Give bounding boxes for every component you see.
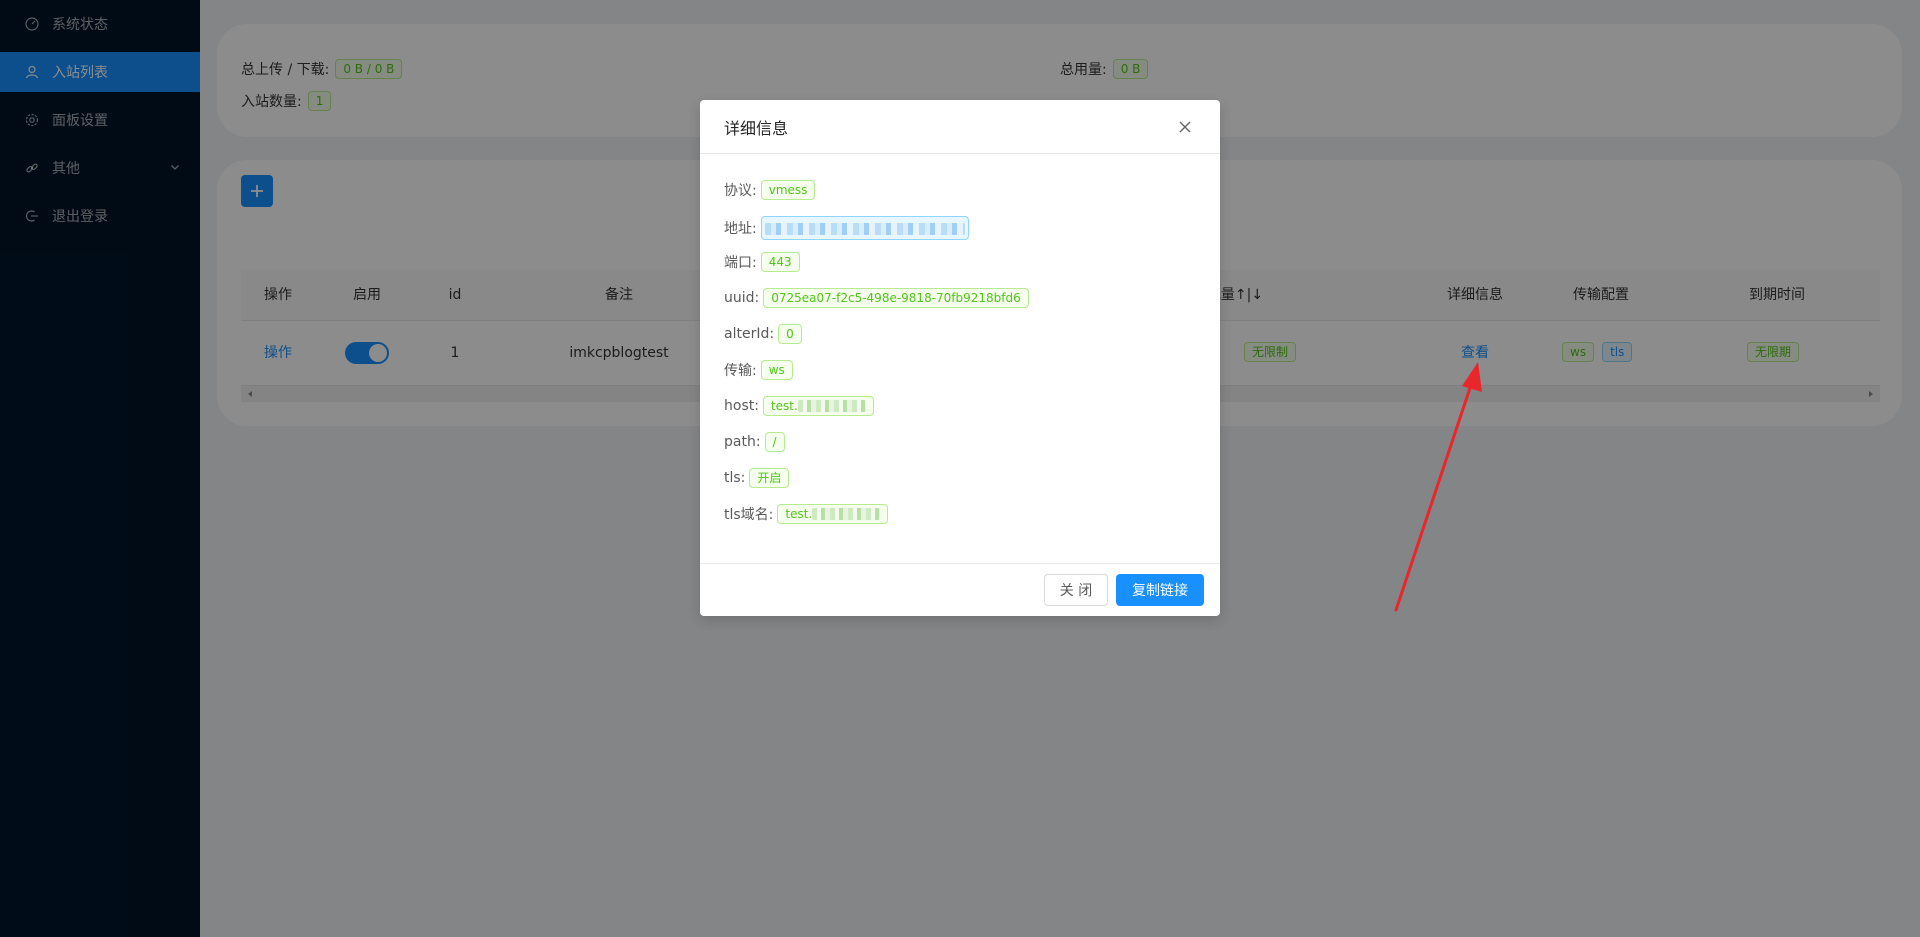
annotation-arrow bbox=[1394, 362, 1482, 612]
